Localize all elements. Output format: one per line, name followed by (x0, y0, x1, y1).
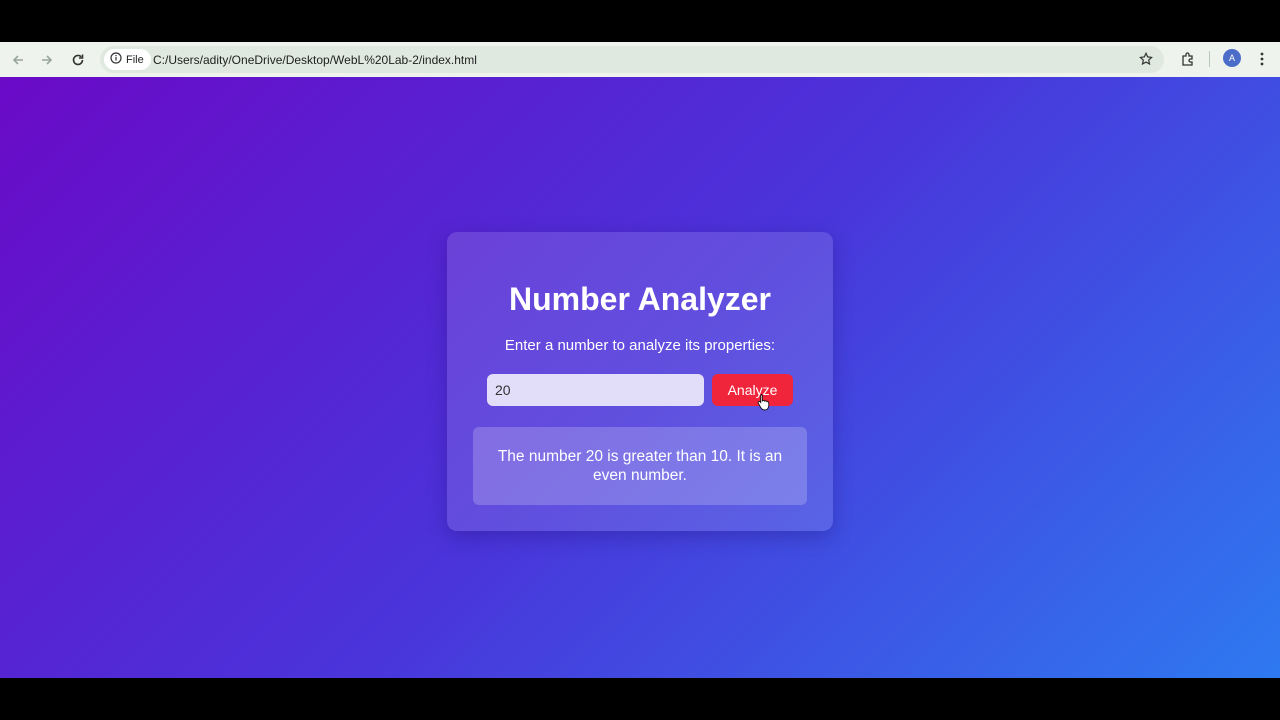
page-title: Number Analyzer (509, 281, 771, 317)
page-viewport: Number Analyzer Enter a number to analyz… (0, 77, 1280, 678)
analyze-button[interactable]: Analyze (712, 374, 793, 406)
site-info-chip[interactable]: File (104, 49, 151, 70)
star-icon[interactable] (1135, 48, 1157, 70)
result-text: The number 20 is greater than 10. It is … (497, 447, 783, 485)
number-input[interactable] (487, 374, 704, 406)
browser-toolbar: File C:/Users/adity/OneDrive/Desktop/Web… (0, 42, 1280, 77)
avatar[interactable]: A (1223, 49, 1241, 67)
url-text[interactable]: C:/Users/adity/OneDrive/Desktop/WebL%20L… (153, 53, 477, 67)
forward-arrow-icon[interactable] (36, 49, 58, 71)
letterbox-bottom (0, 678, 1280, 720)
letterbox-top (0, 0, 1280, 42)
toolbar-divider (1209, 51, 1210, 67)
back-arrow-icon[interactable] (7, 49, 29, 71)
reload-icon[interactable] (67, 49, 89, 71)
site-chip-label: File (126, 53, 144, 66)
result-box: The number 20 is greater than 10. It is … (473, 427, 807, 505)
address-bar[interactable]: File C:/Users/adity/OneDrive/Desktop/Web… (100, 46, 1164, 73)
puzzle-icon[interactable] (1177, 48, 1199, 70)
analyzer-card: Number Analyzer Enter a number to analyz… (447, 232, 833, 531)
info-icon (110, 51, 122, 69)
hand-cursor-icon (757, 394, 770, 411)
kebab-menu-icon[interactable] (1252, 48, 1272, 70)
instructions-text: Enter a number to analyze its properties… (504, 337, 776, 354)
